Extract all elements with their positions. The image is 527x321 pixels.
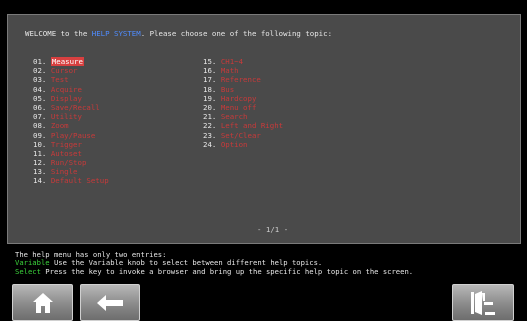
topic-item[interactable]: 04. Acquire [33,85,109,94]
topic-number: 11. [33,148,47,158]
topic-item[interactable]: 23. Set/Clear [203,131,283,140]
topic-item[interactable]: 11. Autoset [33,149,109,158]
page-indicator: - 1/1 - [257,225,289,234]
exit-button[interactable] [452,284,514,321]
topic-number: 23. [203,130,217,140]
topic-label: Search [220,112,248,122]
topic-item[interactable]: 20. Menu off [203,103,283,112]
topic-item[interactable]: 14. Default Setup [33,176,109,185]
topic-label: CH1~4 [220,57,244,66]
topic-number: 17. [203,75,217,85]
topic-number: 08. [33,121,47,131]
help-intro: WELCOME to the HELP SYSTEM. Please choos… [25,29,332,38]
topic-label: Set/Clear [220,130,261,140]
topic-item[interactable]: 15. CH1~4 [203,57,283,66]
topic-label: Option [220,139,248,149]
topic-label: Acquire [50,84,82,94]
intro-suffix: . Please choose one of the following top… [140,29,333,38]
topic-list-left: 01. Measure 02. Cursor 03. Test 04. Acquire… [33,57,109,186]
topic-label: Trigger [50,139,82,149]
topic-label: Save/Recall [50,102,100,112]
topic-item[interactable]: 22. Left and Right [203,121,283,130]
topic-item[interactable]: 06. Save/Recall [33,103,109,112]
topic-list-right: 15. CH1~4 16. Math 17. Reference 18. Bus 19.… [203,57,283,149]
topic-number: 18. [203,84,217,94]
info-line-3: Select Press the key to invoke a browser… [15,266,414,276]
topic-item[interactable]: 16. Math [203,66,283,75]
topic-item[interactable]: 13. Single [33,167,109,176]
info-select-text: Press the key to invoke a browser and br… [40,266,414,276]
topic-item[interactable]: 01. Measure [33,57,109,66]
home-icon [32,292,53,313]
topic-number: 21. [203,112,217,122]
topic-item[interactable]: 07. Utility [33,112,109,121]
topic-label: Default Setup [50,176,109,186]
back-arrow-icon [97,294,123,311]
topic-label: Autoset [50,148,82,158]
info-select-key: Select [15,266,41,276]
top-bar [0,0,527,14]
topic-item[interactable]: 10. Trigger [33,140,109,149]
topic-label: Play/Pause [50,130,96,140]
exit-door-icon [471,290,495,315]
intro-prefix: WELCOME to the [25,29,92,38]
topic-label: Hardcopy [220,93,257,103]
topic-label: Cursor [50,66,78,76]
topic-label: Test [50,75,69,85]
topic-label: Run/Stop [50,158,87,168]
topic-number: 19. [203,93,217,103]
topic-number: 24. [203,139,217,149]
topic-number: 04. [33,84,47,94]
topic-item[interactable]: 21. Search [203,112,283,121]
topic-number: 02. [33,66,47,76]
topic-label: Display [50,93,82,103]
topic-number: 13. [33,167,47,177]
topic-label: Menu off [220,102,257,112]
topic-label: Bus [220,84,235,94]
topic-number: 05. [33,93,47,103]
topic-label: Single [50,167,78,177]
topic-label: Left and Right [220,121,284,131]
topic-label: Reference [220,75,261,85]
topic-item[interactable]: 09. Play/Pause [33,131,109,140]
topic-number: 03. [33,75,47,85]
topic-number: 12. [33,158,47,168]
topic-label: Measure [50,57,84,66]
topic-number: 15. [203,57,217,66]
topic-number: 01. [33,57,47,66]
topic-item[interactable]: 17. Reference [203,75,283,84]
intro-keyword: HELP SYSTEM [91,29,141,38]
topic-item[interactable]: 05. Display [33,94,109,103]
topic-item[interactable]: 02. Cursor [33,66,109,75]
topic-number: 14. [33,176,47,186]
topic-number: 10. [33,139,47,149]
topic-number: 07. [33,112,47,122]
topic-number: 20. [203,102,217,112]
home-button[interactable] [12,284,73,321]
help-info: The help menu has only two entries: Varia… [15,250,414,276]
topic-item[interactable]: 24. Option [203,140,283,149]
topic-label: Utility [50,112,82,122]
topic-item[interactable]: 19. Hardcopy [203,94,283,103]
back-button[interactable] [80,284,140,321]
topic-number: 16. [203,66,217,76]
topic-item[interactable]: 03. Test [33,75,109,84]
topic-label: Zoom [50,121,69,131]
topic-label: Math [220,66,239,76]
topic-number: 22. [203,121,217,131]
topic-number: 06. [33,102,47,112]
topic-number: 09. [33,130,47,140]
topic-item[interactable]: 18. Bus [203,85,283,94]
topic-item[interactable]: 08. Zoom [33,121,109,130]
topic-item[interactable]: 12. Run/Stop [33,158,109,167]
